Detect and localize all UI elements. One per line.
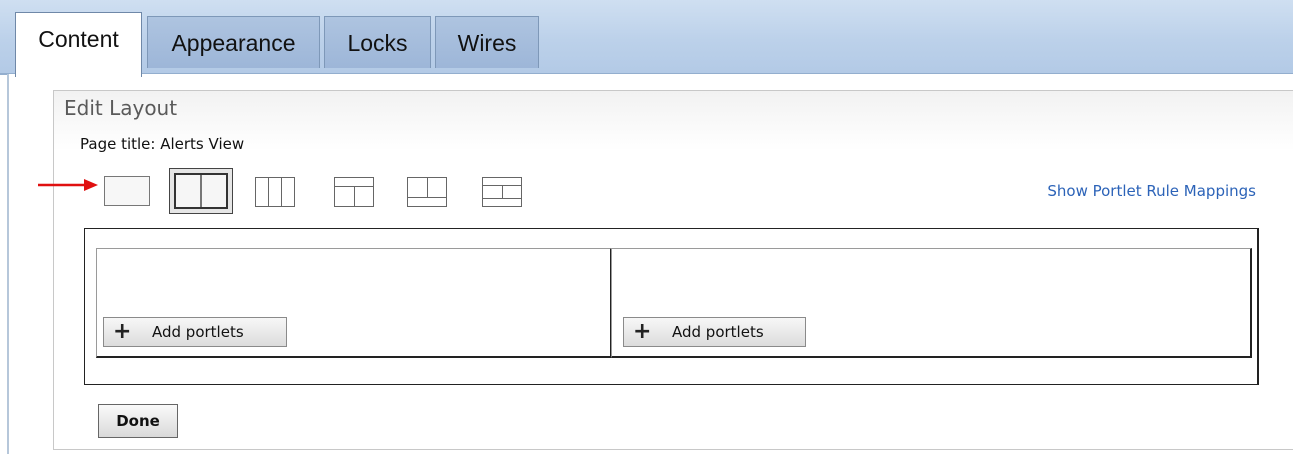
layout-top-row-2-columns-bottom-row-icon[interactable] <box>482 177 522 207</box>
layout-2-columns-bottom-row-icon[interactable] <box>407 177 447 207</box>
done-button[interactable]: Done <box>98 404 178 438</box>
panel-title: Edit Layout <box>64 96 178 120</box>
layout-1-column-icon[interactable] <box>104 176 150 206</box>
layout-3-column-icon[interactable] <box>255 177 295 207</box>
red-arrow-icon <box>38 179 98 191</box>
layout-2-column-icon[interactable] <box>169 168 233 214</box>
layout-top-row-2-columns-icon[interactable] <box>334 177 374 207</box>
tab-wires[interactable]: Wires <box>435 16 539 68</box>
show-portlet-rule-mappings-link[interactable]: Show Portlet Rule Mappings <box>1047 182 1256 200</box>
plus-icon: + <box>113 319 132 344</box>
tab-locks[interactable]: Locks <box>324 16 431 68</box>
tab-content[interactable]: Content <box>15 12 142 77</box>
add-portlets-button[interactable]: + Add portlets <box>623 317 806 347</box>
tab-bar: Content Appearance Locks Wires <box>0 0 1293 77</box>
add-portlets-label: Add portlets <box>672 323 764 341</box>
page-title: Page title: Alerts View <box>80 135 245 153</box>
add-portlets-label: Add portlets <box>152 323 244 341</box>
add-portlets-button[interactable]: + Add portlets <box>103 317 287 347</box>
tab-appearance[interactable]: Appearance <box>147 16 320 68</box>
plus-icon: + <box>633 319 652 344</box>
